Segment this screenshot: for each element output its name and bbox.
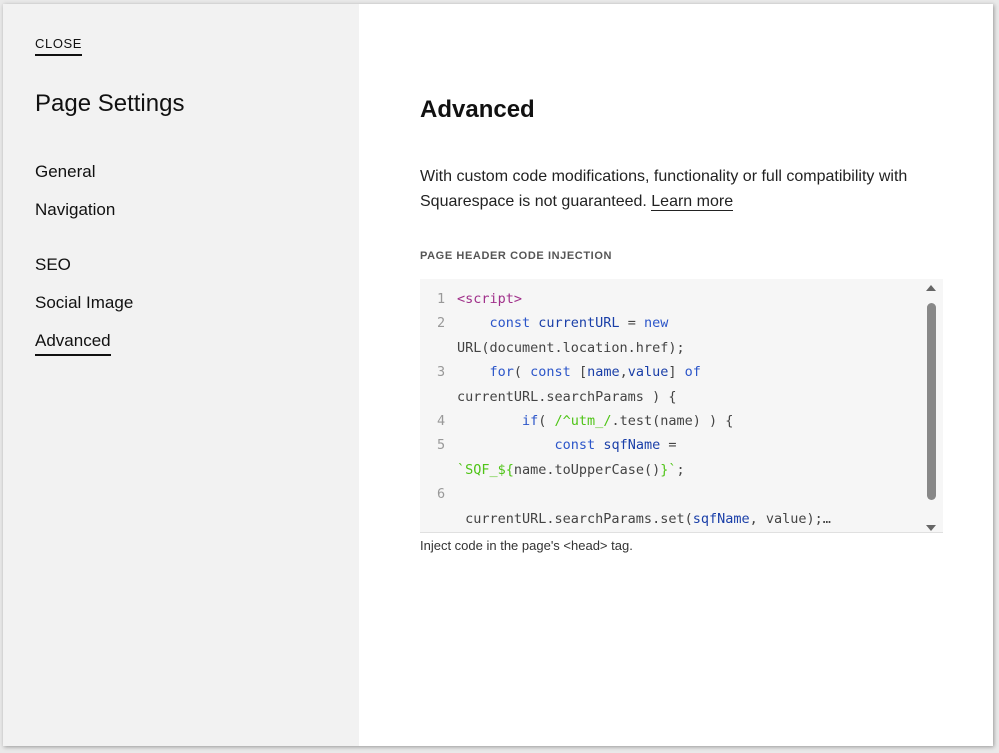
code-token: URL(document.location.href); <box>457 339 685 356</box>
code-line: 6 <box>420 482 920 506</box>
sidebar: CLOSE Page Settings General Navigation S… <box>3 4 359 746</box>
code-token: ( <box>513 364 531 381</box>
code-token: ] <box>668 364 685 381</box>
code-token: = <box>660 437 677 454</box>
code-token: ; <box>676 461 685 478</box>
code-line: URL(document.location.href); <box>420 336 920 360</box>
line-number: 6 <box>437 486 446 503</box>
code-editor[interactable]: 1 <script> 2 const currentURL = new URL(doc… <box>420 279 943 533</box>
code-token: `SQF_${ <box>457 461 514 478</box>
code-token: sqfName <box>603 437 661 454</box>
code-token: }` <box>660 461 677 478</box>
main-content: Advanced With custom code modifications,… <box>359 4 993 746</box>
scroll-up-arrow-icon[interactable] <box>926 285 936 291</box>
sidebar-title: Page Settings <box>35 90 185 117</box>
code-text: const currentURL = new <box>457 311 669 335</box>
code-token: new <box>643 315 669 332</box>
code-token: .test(name) ) { <box>611 413 734 429</box>
code-text: currentURL.searchParams ) { <box>457 385 676 409</box>
code-text: URL(document.location.href); <box>457 336 685 360</box>
sidebar-item-navigation[interactable]: Navigation <box>35 200 115 220</box>
code-token: name.toUpperCase() <box>513 461 661 478</box>
code-token: <script> <box>457 291 523 307</box>
code-token: currentURL.searchParams.set( <box>457 510 693 527</box>
help-text: Inject code in the page's <head> tag. <box>420 538 633 553</box>
code-line: 3 for( const [name,value] of <box>420 360 920 384</box>
line-number: 1 <box>437 291 446 307</box>
code-line: 2 const currentURL = new <box>420 311 920 335</box>
code-token: = <box>619 315 644 332</box>
code-token: [ <box>578 364 588 381</box>
code-token: const <box>457 437 604 454</box>
code-token: of <box>684 364 701 381</box>
sidebar-item-social-image[interactable]: Social Image <box>35 293 133 313</box>
code-token: /^utm_/ <box>554 413 612 429</box>
code-text: <script> <box>457 287 522 311</box>
scroll-down-arrow-icon[interactable] <box>926 525 936 531</box>
code-line: currentURL.searchParams.set(sqfName, val… <box>420 507 920 531</box>
code-line: 4 if( /^utm_/.test(name) ) { <box>420 409 920 433</box>
code-token: for <box>457 364 514 381</box>
line-number: 5 <box>437 437 446 454</box>
close-button[interactable]: CLOSE <box>35 36 83 56</box>
line-number: 3 <box>437 364 446 381</box>
code-token: const <box>457 315 539 332</box>
section-label: PAGE HEADER CODE INJECTION <box>420 250 613 262</box>
code-token: , value);… <box>749 510 831 527</box>
code-token: name <box>587 364 620 381</box>
code-token: sqfName <box>692 510 750 527</box>
page-title: Advanced <box>420 96 535 123</box>
learn-more-link[interactable]: Learn more <box>651 193 734 211</box>
code-text: const sqfName = <box>457 433 677 457</box>
code-editor-scrollbar[interactable] <box>923 283 939 533</box>
code-token: value <box>627 364 669 381</box>
warning-description: With custom code modifications, function… <box>420 164 950 214</box>
page-settings-panel: CLOSE Page Settings General Navigation S… <box>3 4 993 746</box>
line-number: 4 <box>437 413 446 429</box>
code-token: ( <box>538 413 555 429</box>
code-line: `SQF_${name.toUpperCase()}`; <box>420 458 920 482</box>
code-line: currentURL.searchParams ) { <box>420 385 920 409</box>
code-token: currentURL.searchParams ) { <box>457 388 677 405</box>
code-text: `SQF_${name.toUpperCase()}`; <box>457 458 685 482</box>
code-token: if <box>457 413 539 429</box>
code-text: if( /^utm_/.test(name) ) { <box>457 409 733 433</box>
code-token: , <box>619 364 628 381</box>
code-line: 1 <script> <box>420 287 920 311</box>
code-line: 5 const sqfName = <box>420 433 920 457</box>
scrollbar-thumb[interactable] <box>927 303 936 500</box>
code-text: for( const [name,value] of <box>457 360 701 384</box>
sidebar-item-advanced[interactable]: Advanced <box>35 331 111 356</box>
code-text: currentURL.searchParams.set(sqfName, val… <box>457 507 831 531</box>
line-number: 2 <box>437 315 446 332</box>
code-token: currentURL <box>538 315 620 332</box>
code-token: const <box>530 364 579 381</box>
sidebar-item-general[interactable]: General <box>35 162 95 182</box>
sidebar-item-seo[interactable]: SEO <box>35 255 71 275</box>
